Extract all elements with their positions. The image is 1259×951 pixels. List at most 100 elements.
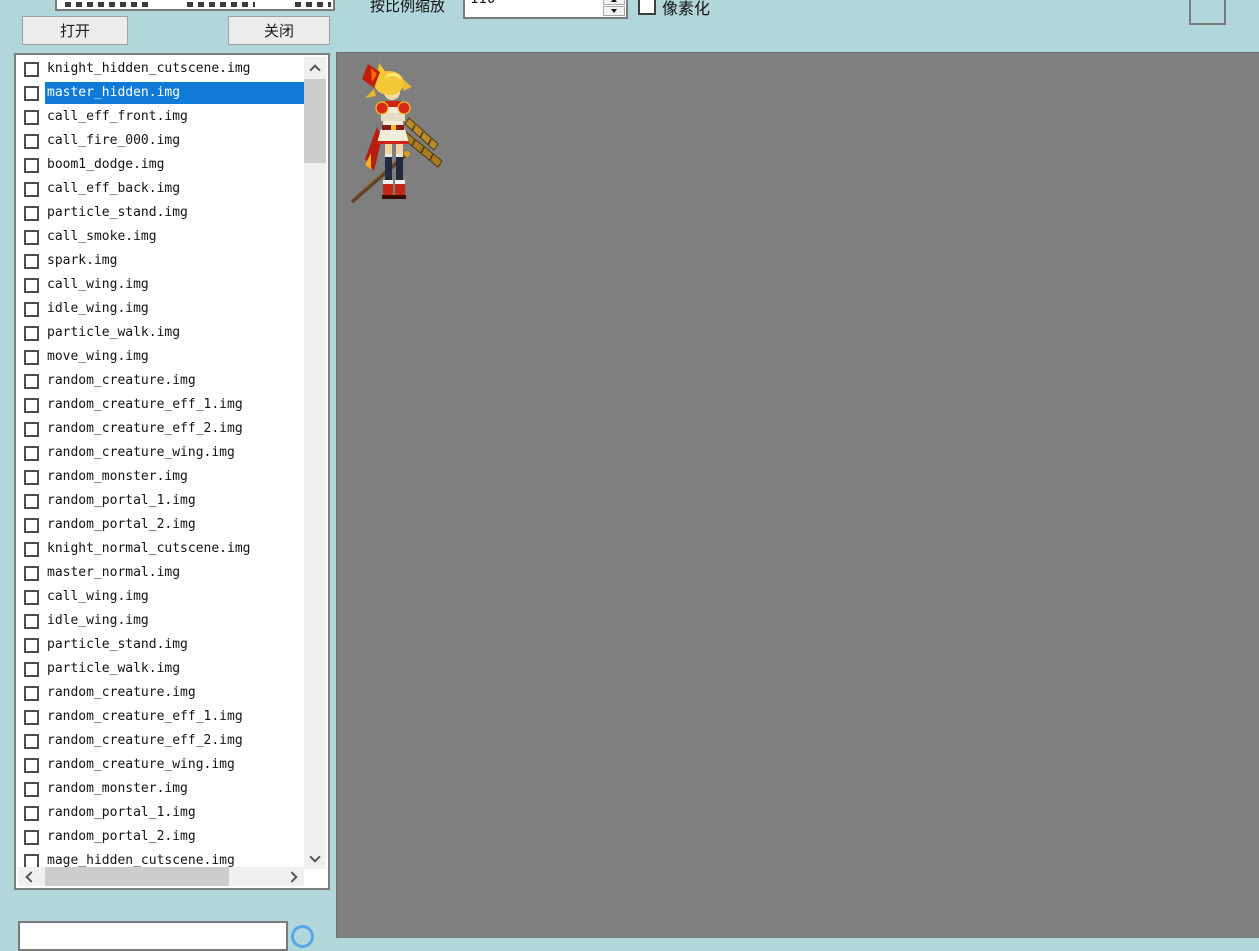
list-item[interactable]: knight_hidden_cutscene.img [16,57,304,81]
scroll-down-button[interactable] [304,847,326,869]
item-checkbox[interactable] [24,805,39,821]
item-checkbox[interactable] [24,349,39,365]
list-item[interactable]: idle_wing.img [16,609,304,633]
list-item[interactable]: call_smoke.img [16,225,304,249]
item-checkbox[interactable] [24,85,39,101]
clipped-text-fragment [187,2,255,7]
horizontal-scroll-thumb[interactable] [45,867,229,886]
item-label: knight_hidden_cutscene.img [47,61,251,76]
item-label: call_fire_000.img [47,133,181,148]
item-label: particle_walk.img [47,661,181,676]
horizontal-scrollbar[interactable] [18,867,304,886]
list-item[interactable]: mage_hidden_cutscene.img [16,849,304,869]
item-label: knight_normal_cutscene.img [47,541,251,556]
list-item[interactable]: master_hidden.img [16,81,304,105]
item-label: call_smoke.img [47,229,157,244]
list-item[interactable]: call_eff_front.img [16,105,304,129]
list-item[interactable]: random_creature.img [16,681,304,705]
item-label: random_monster.img [47,781,188,796]
item-checkbox[interactable] [24,541,39,557]
item-checkbox[interactable] [24,781,39,797]
spin-up-button[interactable] [603,0,625,5]
top-partial-field[interactable] [55,0,335,11]
scale-input[interactable]: 110 [463,0,628,19]
file-listbox: knight_hidden_cutscene.img master_hidden.… [14,53,330,890]
scroll-right-button[interactable] [282,867,304,886]
list-item[interactable]: random_portal_2.img [16,825,304,849]
list-item[interactable]: random_portal_1.img [16,801,304,825]
item-checkbox[interactable] [24,565,39,581]
item-label: move_wing.img [47,349,149,364]
item-label: particle_stand.img [47,205,188,220]
list-item[interactable]: call_eff_back.img [16,177,304,201]
list-item[interactable]: call_wing.img [16,273,304,297]
list-item[interactable]: random_creature_wing.img [16,441,304,465]
list-item[interactable]: spark.img [16,249,304,273]
spin-down-button[interactable] [603,6,625,16]
item-checkbox[interactable] [24,445,39,461]
list-item[interactable]: random_creature_wing.img [16,753,304,777]
list-item[interactable]: knight_normal_cutscene.img [16,537,304,561]
pixelate-checkbox[interactable] [638,0,656,15]
item-checkbox[interactable] [24,325,39,341]
list-item[interactable]: master_normal.img [16,561,304,585]
item-checkbox[interactable] [24,493,39,509]
list-item[interactable]: call_fire_000.img [16,129,304,153]
list-item[interactable]: particle_stand.img [16,633,304,657]
list-item[interactable]: random_creature_eff_2.img [16,417,304,441]
item-label: random_creature_eff_1.img [47,709,243,724]
item-checkbox[interactable] [24,373,39,389]
item-checkbox[interactable] [24,661,39,677]
open-button[interactable]: 打开 [22,16,128,45]
item-checkbox[interactable] [24,613,39,629]
item-checkbox[interactable] [24,685,39,701]
search-input[interactable] [18,921,288,951]
top-right-partial-box[interactable] [1189,0,1226,25]
item-checkbox[interactable] [24,277,39,293]
item-checkbox[interactable] [24,589,39,605]
item-checkbox[interactable] [24,181,39,197]
scale-value: 110 [470,0,495,7]
list-item[interactable]: random_monster.img [16,465,304,489]
scroll-up-button[interactable] [304,57,326,79]
list-item[interactable]: random_portal_1.img [16,489,304,513]
item-checkbox[interactable] [24,733,39,749]
item-checkbox[interactable] [24,469,39,485]
list-item[interactable]: idle_wing.img [16,297,304,321]
list-item[interactable]: move_wing.img [16,345,304,369]
vertical-scrollbar[interactable] [304,57,326,869]
item-checkbox[interactable] [24,157,39,173]
list-item[interactable]: random_monster.img [16,777,304,801]
item-label: boom1_dodge.img [47,157,165,172]
list-item[interactable]: particle_walk.img [16,321,304,345]
item-checkbox[interactable] [24,61,39,77]
item-checkbox[interactable] [24,829,39,845]
scroll-left-button[interactable] [18,867,40,886]
item-checkbox[interactable] [24,709,39,725]
list-item[interactable]: particle_stand.img [16,201,304,225]
item-checkbox[interactable] [24,133,39,149]
vertical-scroll-thumb[interactable] [304,79,326,163]
list-item[interactable]: random_creature.img [16,369,304,393]
item-checkbox[interactable] [24,229,39,245]
list-item[interactable]: boom1_dodge.img [16,153,304,177]
item-checkbox[interactable] [24,421,39,437]
list-item[interactable]: particle_walk.img [16,657,304,681]
item-label: random_creature_wing.img [47,757,235,772]
item-checkbox[interactable] [24,397,39,413]
list-item[interactable]: random_creature_eff_1.img [16,393,304,417]
item-checkbox[interactable] [24,205,39,221]
item-checkbox[interactable] [24,301,39,317]
list-item[interactable]: random_creature_eff_1.img [16,705,304,729]
item-label: particle_walk.img [47,325,181,340]
list-item[interactable]: call_wing.img [16,585,304,609]
item-checkbox[interactable] [24,109,39,125]
item-checkbox[interactable] [24,517,39,533]
list-item[interactable]: random_portal_2.img [16,513,304,537]
item-checkbox[interactable] [24,253,39,269]
list-item[interactable]: random_creature_eff_2.img [16,729,304,753]
preview-canvas[interactable] [336,52,1259,938]
item-checkbox[interactable] [24,637,39,653]
item-checkbox[interactable] [24,757,39,773]
close-button[interactable]: 关闭 [228,16,330,45]
